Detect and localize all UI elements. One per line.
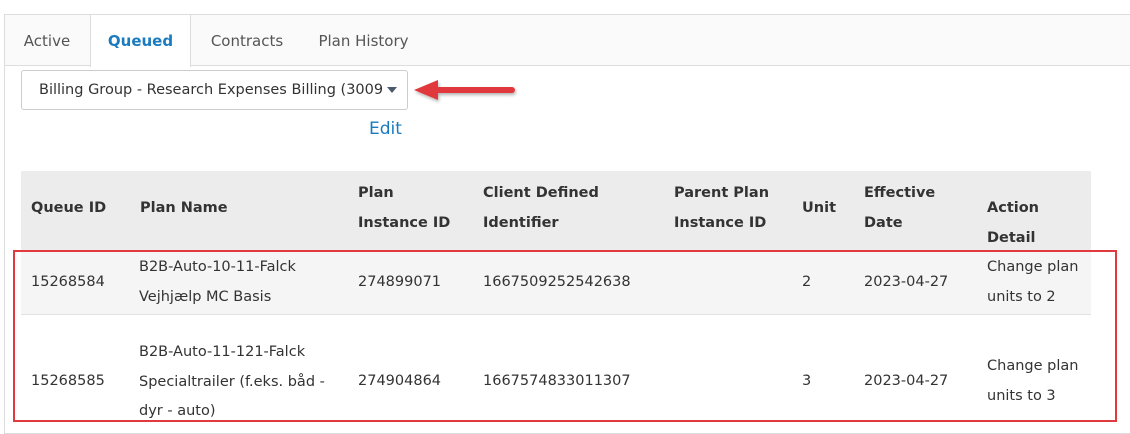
tab-bar: Active Queued Contracts Plan History xyxy=(5,15,1130,67)
cell-queue-id: 15268584 xyxy=(31,274,105,290)
table-row: 15268584 B2B-Auto-10-11-Falck Vejhjælp M… xyxy=(21,251,1091,315)
table-row: 15268585 B2B-Auto-11-121-Falck Specialtr… xyxy=(21,315,1091,420)
header-effective-line1: Effective xyxy=(864,185,936,201)
cell-plan-name-line2: Specialtrailer (f.eks. båd - xyxy=(139,374,325,390)
tab-contracts[interactable]: Contracts xyxy=(195,15,299,66)
cell-plan-instance-id: 274899071 xyxy=(358,274,442,290)
cell-effective-date: 2023-04-27 xyxy=(864,373,949,389)
cell-effective-date: 2023-04-27 xyxy=(864,274,949,290)
tab-active[interactable]: Active xyxy=(5,15,89,66)
cell-plan-name-line2: Vejhjælp MC Basis xyxy=(139,289,272,305)
billing-group-selected-value: Billing Group - Research Expenses Billin… xyxy=(39,82,384,98)
cell-plan-name-line1: B2B-Auto-11-121-Falck xyxy=(139,344,306,360)
cell-unit: 2 xyxy=(802,274,812,290)
header-effective-line2: Date xyxy=(864,215,903,231)
edit-link[interactable]: Edit xyxy=(369,119,402,139)
header-plan-instance-id-line2: Instance ID xyxy=(358,215,451,231)
cell-client-defined-identifier: 1667509252542638 xyxy=(483,274,631,290)
cell-client-defined-identifier: 1667574833011307 xyxy=(483,373,631,389)
header-plan-name: Plan Name xyxy=(140,200,228,216)
cell-plan-instance-id: 274904864 xyxy=(358,373,442,389)
table-header: Queue ID Plan Name Plan Instance ID Clie… xyxy=(21,171,1091,251)
header-client-defined-line1: Client Defined xyxy=(483,185,599,201)
cell-action-detail-line1: Change plan xyxy=(987,358,1079,374)
header-parent-plan-line2: Instance ID xyxy=(674,215,767,231)
header-plan-instance-id-line1: Plan xyxy=(358,185,394,201)
billing-group-select[interactable]: Billing Group - Research Expenses Billin… xyxy=(21,70,408,110)
cell-action-detail-line2: units to 2 xyxy=(987,289,1056,305)
header-parent-plan-line1: Parent Plan xyxy=(674,185,770,201)
tab-queued[interactable]: Queued xyxy=(90,15,191,67)
cell-plan-name-line3: dyr - auto) xyxy=(139,403,216,419)
tab-plan-history[interactable]: Plan History xyxy=(305,15,422,66)
cell-action-detail-line2: units to 3 xyxy=(987,388,1056,404)
header-queue-id: Queue ID xyxy=(31,200,107,216)
cell-unit: 3 xyxy=(802,373,812,389)
annotation-arrow-icon xyxy=(414,80,515,100)
cell-action-detail-line1: Change plan xyxy=(987,259,1079,275)
cell-plan-name-line1: B2B-Auto-10-11-Falck xyxy=(139,259,296,275)
header-unit: Unit xyxy=(802,200,836,216)
cell-queue-id: 15268585 xyxy=(31,373,105,389)
caret-down-icon xyxy=(387,87,397,93)
header-client-defined-line2: Identifier xyxy=(483,215,559,231)
header-action-detail: Action Detail xyxy=(987,200,1040,246)
